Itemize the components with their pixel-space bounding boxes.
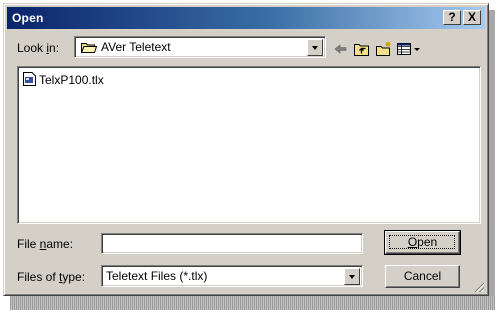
file-icon <box>23 72 36 86</box>
dialog-shadow-right <box>489 10 495 310</box>
dialog-shadow-bottom <box>10 296 495 310</box>
look-in-combo[interactable]: AVer Teletext <box>74 36 326 58</box>
title-bar[interactable]: Open ? X <box>7 7 485 29</box>
open-button[interactable]: Open <box>384 230 461 255</box>
new-folder-icon[interactable] <box>375 41 393 57</box>
look-in-label: Look in: <box>17 41 60 55</box>
open-dialog: Open ? X Look in: AVer Teletext TelxP100… <box>3 3 489 296</box>
view-menu-icon[interactable] <box>396 41 424 57</box>
file-type-label: Files of type: <box>17 270 86 284</box>
look-in-value: AVer Teletext <box>101 40 171 54</box>
help-button[interactable]: ? <box>443 10 461 25</box>
focus-rect <box>389 235 455 249</box>
up-folder-icon[interactable] <box>353 41 371 57</box>
file-name-label: File name: <box>17 237 74 251</box>
back-arrow-icon[interactable] <box>332 41 350 57</box>
file-type-combo[interactable]: Teletext Files (*.tlx) <box>101 265 363 287</box>
dialog-title: Open <box>12 11 44 25</box>
file-name-input[interactable] <box>101 233 363 254</box>
file-type-dropdown-button[interactable] <box>344 268 360 285</box>
file-name: TelxP100.tlx <box>39 73 104 87</box>
cancel-button[interactable]: Cancel <box>385 265 460 288</box>
file-type-value: Teletext Files (*.tlx) <box>106 269 208 283</box>
folder-icon <box>81 43 97 53</box>
resize-grip[interactable] <box>472 280 484 292</box>
look-in-dropdown-button[interactable] <box>307 39 323 56</box>
close-button[interactable]: X <box>463 10 481 25</box>
file-list[interactable]: TelxP100.tlx <box>17 66 481 224</box>
